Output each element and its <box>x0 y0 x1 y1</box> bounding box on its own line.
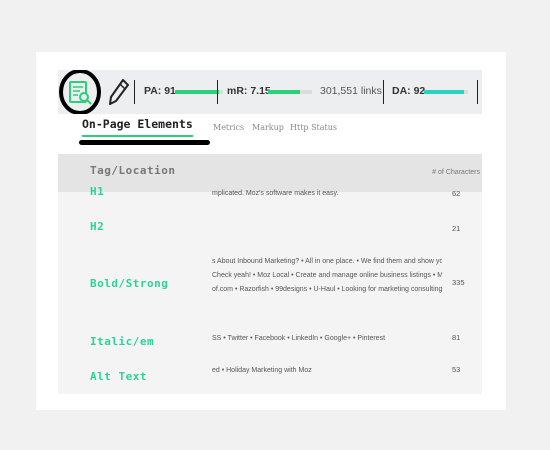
mr-metric-bar <box>268 90 312 94</box>
content-line: of.com • Razorfish • 99designs • U-Haul … <box>212 286 442 293</box>
highlight-button[interactable] <box>104 70 134 114</box>
column-header-tag-location: Tag/Location <box>90 164 176 177</box>
content-line: s About Inbound Marketing? • All in one … <box>212 258 442 265</box>
content-line: ed • Holiday Marketing with Moz <box>212 367 312 374</box>
pen-icon <box>109 79 129 105</box>
da-metric-label: DA: 92 <box>392 85 426 97</box>
content-line: mplicated. Moz's software makes it easy. <box>212 190 339 197</box>
page-analysis-button[interactable] <box>58 69 104 115</box>
row-tag-bold-strong: Bold/Strong <box>90 277 169 290</box>
links-count[interactable]: 301,551 links <box>320 85 382 97</box>
row-count: 335 <box>452 278 465 287</box>
row-tag-italic-em: Italic/em <box>90 335 155 348</box>
row-count: 21 <box>452 224 461 233</box>
content-line: SS • Twitter • Facebook • LinkedIn • Goo… <box>212 335 386 342</box>
row-content: SS • Twitter • Facebook • LinkedIn • Goo… <box>212 332 442 346</box>
toolbar-divider <box>383 80 384 104</box>
row-content: mplicated. Moz's software makes it easy. <box>212 187 442 201</box>
table-row: Alt Text ed • Holiday Marketing with Moz… <box>58 364 482 388</box>
page-analysis-icon <box>59 69 101 115</box>
column-header-character-count: # of Characters <box>432 169 480 176</box>
pa-metric-label: PA: 91 <box>144 85 176 97</box>
analysis-tabs: On-Page Elements Metrics Markup Http Sta… <box>58 114 482 154</box>
tab-http-status[interactable]: Http Status <box>290 123 337 132</box>
row-count: 62 <box>452 189 461 198</box>
pa-metric-fill <box>175 90 219 94</box>
tab-on-page-elements[interactable]: On-Page Elements <box>82 117 193 137</box>
on-page-elements-table: Tag/Location # of Characters H1 mplicate… <box>58 154 482 394</box>
mr-metric-fill <box>268 90 300 94</box>
tab-marker-underline <box>79 140 210 145</box>
row-count: 53 <box>452 365 461 374</box>
tab-markup[interactable]: Markup <box>252 123 284 132</box>
row-tag-h1: H1 <box>90 185 105 198</box>
toolbar-divider <box>477 80 478 104</box>
mozbar-toolbar: PA: 91 mR: 7.15 301,551 links DA: 92 <box>58 69 482 115</box>
da-metric-bar <box>424 90 468 94</box>
row-content: ed • Holiday Marketing with Moz <box>212 364 442 378</box>
row-tag-h2: H2 <box>90 220 105 233</box>
table-row: Italic/em SS • Twitter • Facebook • Link… <box>58 332 482 356</box>
pa-metric-bar <box>175 90 223 94</box>
table-row: Bold/Strong s About Inbound Marketing? •… <box>58 254 482 302</box>
toolbar-divider <box>134 80 135 104</box>
content-line: Check yeah! • Moz Local • Create and man… <box>212 272 442 279</box>
table-row: H1 mplicated. Moz's software makes it ea… <box>58 184 482 208</box>
tab-metrics[interactable]: Metrics <box>213 123 244 132</box>
row-tag-alt-text: Alt Text <box>90 370 147 383</box>
row-count: 81 <box>452 333 461 342</box>
row-content: s About Inbound Marketing? • All in one … <box>212 255 442 297</box>
mr-metric-label: mR: 7.15 <box>227 85 271 97</box>
toolbar-divider <box>217 80 218 104</box>
da-metric-fill <box>424 90 465 94</box>
table-row: H2 21 <box>58 220 482 244</box>
